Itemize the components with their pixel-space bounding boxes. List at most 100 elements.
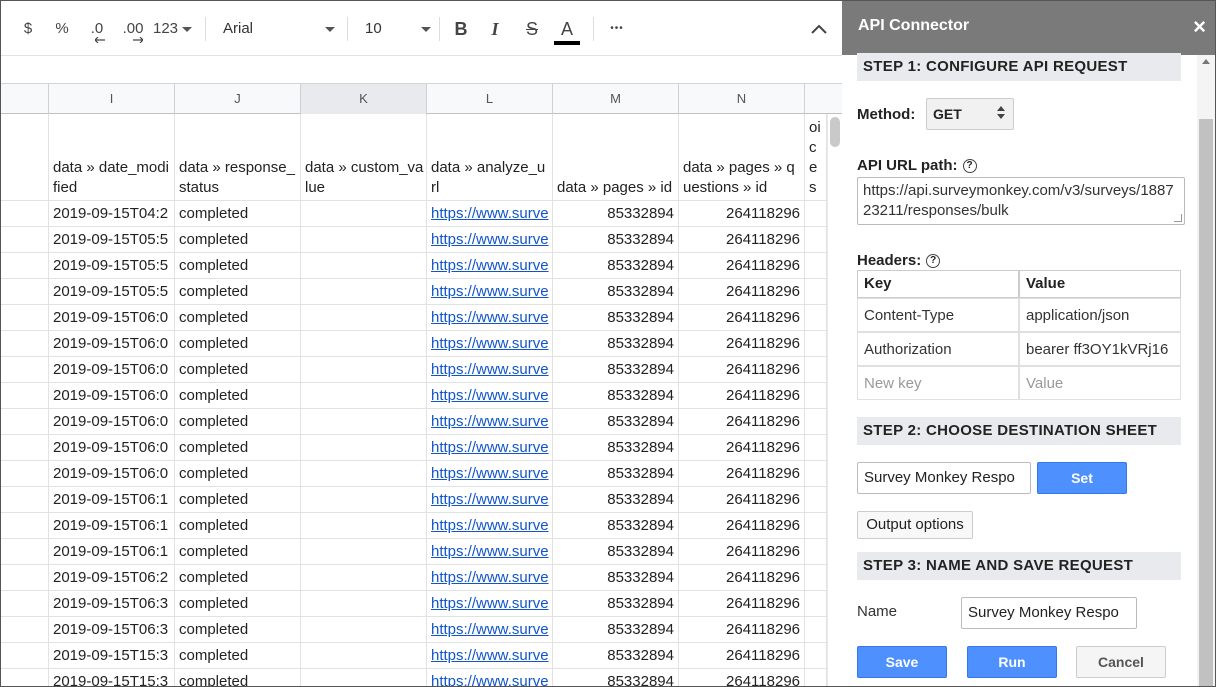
cell-partial[interactable] — [805, 383, 827, 409]
cell-analyze-url-link[interactable]: https://www.surve — [427, 513, 553, 539]
cell-partial[interactable] — [805, 331, 827, 357]
cell-custom-value[interactable] — [301, 435, 427, 461]
cell-date-modified[interactable]: 2019-09-15T06:0 — [49, 305, 175, 331]
header-cell[interactable]: data » questions » answers » choices — [805, 114, 827, 201]
cell-question-id[interactable]: 264118296 — [679, 539, 805, 565]
cell-page-id[interactable]: 85332894 — [553, 383, 679, 409]
cell-analyze-url-link[interactable]: https://www.surve — [427, 331, 553, 357]
row-header[interactable] — [1, 383, 49, 409]
cell-page-id[interactable]: 85332894 — [553, 565, 679, 591]
cell-custom-value[interactable] — [301, 461, 427, 487]
set-sheet-button[interactable]: Set — [1037, 462, 1127, 494]
cell-analyze-url-link[interactable]: https://www.surve — [427, 617, 553, 643]
more-options-button[interactable]: ••• — [605, 15, 629, 43]
cell-partial[interactable] — [805, 487, 827, 513]
row-header[interactable] — [1, 591, 49, 617]
cell-question-id[interactable]: 264118296 — [679, 513, 805, 539]
column-header[interactable]: L — [427, 84, 553, 114]
cell-custom-value[interactable] — [301, 409, 427, 435]
cell-date-modified[interactable]: 2019-09-15T06:0 — [49, 357, 175, 383]
cell-page-id[interactable]: 85332894 — [553, 643, 679, 669]
cell-date-modified[interactable]: 2019-09-15T06:0 — [49, 331, 175, 357]
cell-custom-value[interactable] — [301, 643, 427, 669]
api-url-input[interactable]: https://api.surveymonkey.com/v3/surveys/… — [857, 177, 1185, 225]
cell-partial[interactable] — [805, 461, 827, 487]
cell-question-id[interactable]: 264118296 — [679, 591, 805, 617]
cell-question-id[interactable]: 264118296 — [679, 305, 805, 331]
cell-page-id[interactable]: 85332894 — [553, 669, 679, 686]
cell-page-id[interactable]: 85332894 — [553, 279, 679, 305]
cell-date-modified[interactable]: 2019-09-15T06:3 — [49, 617, 175, 643]
cell-partial[interactable] — [805, 305, 827, 331]
cell-date-modified[interactable]: 2019-09-15T04:2 — [49, 201, 175, 227]
scroll-up-icon[interactable] — [1202, 59, 1210, 64]
cell-partial[interactable] — [805, 643, 827, 669]
row-header[interactable] — [1, 461, 49, 487]
cell-page-id[interactable]: 85332894 — [553, 617, 679, 643]
column-header[interactable]: K — [301, 84, 427, 114]
cell-page-id[interactable]: 85332894 — [553, 435, 679, 461]
cell-question-id[interactable]: 264118296 — [679, 357, 805, 383]
cell-custom-value[interactable] — [301, 669, 427, 686]
cell-question-id[interactable]: 264118296 — [679, 565, 805, 591]
cell-partial[interactable] — [805, 409, 827, 435]
column-header[interactable]: M — [553, 84, 679, 114]
cell-analyze-url-link[interactable]: https://www.surve — [427, 435, 553, 461]
new-header-value-input[interactable]: Value — [1019, 366, 1181, 400]
panel-scroll-thumb[interactable] — [1199, 119, 1213, 686]
cell-partial[interactable] — [805, 279, 827, 305]
header-key-input[interactable]: Authorization — [857, 332, 1019, 366]
row-header[interactable] — [1, 227, 49, 253]
strikethrough-button[interactable]: S — [521, 15, 543, 43]
cell-date-modified[interactable]: 2019-09-15T06:2 — [49, 565, 175, 591]
cell-response-status[interactable]: completed — [175, 227, 301, 253]
cell-partial[interactable] — [805, 357, 827, 383]
font-size-select[interactable]: 10 — [365, 15, 431, 43]
close-icon[interactable]: × — [1193, 15, 1206, 39]
cell-response-status[interactable]: completed — [175, 669, 301, 686]
cell-date-modified[interactable]: 2019-09-15T06:0 — [49, 461, 175, 487]
cell-analyze-url-link[interactable]: https://www.surve — [427, 539, 553, 565]
resize-handle-icon[interactable] — [1174, 214, 1182, 222]
formula-bar[interactable] — [1, 56, 842, 84]
cell-partial[interactable] — [805, 669, 827, 686]
cell-question-id[interactable]: 264118296 — [679, 435, 805, 461]
cell-page-id[interactable]: 85332894 — [553, 331, 679, 357]
cell-response-status[interactable]: completed — [175, 409, 301, 435]
cell-partial[interactable] — [805, 227, 827, 253]
cell-partial[interactable] — [805, 201, 827, 227]
column-header[interactable]: J — [175, 84, 301, 114]
help-icon[interactable]: ? — [926, 254, 941, 269]
cell-response-status[interactable]: completed — [175, 435, 301, 461]
row-header[interactable] — [1, 253, 49, 279]
cell-response-status[interactable]: completed — [175, 357, 301, 383]
cell-question-id[interactable]: 264118296 — [679, 227, 805, 253]
decrease-decimal-button[interactable]: .0 — [85, 15, 109, 43]
row-header[interactable] — [1, 435, 49, 461]
row-header[interactable] — [1, 114, 49, 201]
cell-page-id[interactable]: 85332894 — [553, 253, 679, 279]
row-header[interactable] — [1, 409, 49, 435]
cell-question-id[interactable]: 264118296 — [679, 643, 805, 669]
cell-custom-value[interactable] — [301, 539, 427, 565]
cell-question-id[interactable]: 264118296 — [679, 201, 805, 227]
row-header[interactable] — [1, 539, 49, 565]
cell-analyze-url-link[interactable]: https://www.surve — [427, 643, 553, 669]
method-select[interactable]: GET — [926, 98, 1014, 130]
cell-page-id[interactable]: 85332894 — [553, 201, 679, 227]
header-key-input[interactable]: Content-Type — [857, 298, 1019, 332]
cell-response-status[interactable]: completed — [175, 513, 301, 539]
cell-analyze-url-link[interactable]: https://www.surve — [427, 461, 553, 487]
cell-response-status[interactable]: completed — [175, 461, 301, 487]
sheet-vertical-scrollbar[interactable] — [827, 114, 842, 686]
cell-analyze-url-link[interactable]: https://www.surve — [427, 591, 553, 617]
cell-custom-value[interactable] — [301, 383, 427, 409]
cell-analyze-url-link[interactable]: https://www.surve — [427, 669, 553, 686]
cell-analyze-url-link[interactable]: https://www.surve — [427, 383, 553, 409]
cell-date-modified[interactable]: 2019-09-15T15:3 — [49, 669, 175, 686]
cell-analyze-url-link[interactable]: https://www.surve — [427, 253, 553, 279]
cell-question-id[interactable]: 264118296 — [679, 331, 805, 357]
destination-sheet-input[interactable]: Survey Monkey Respo — [857, 462, 1031, 494]
cell-analyze-url-link[interactable]: https://www.surve — [427, 565, 553, 591]
cell-response-status[interactable]: completed — [175, 201, 301, 227]
